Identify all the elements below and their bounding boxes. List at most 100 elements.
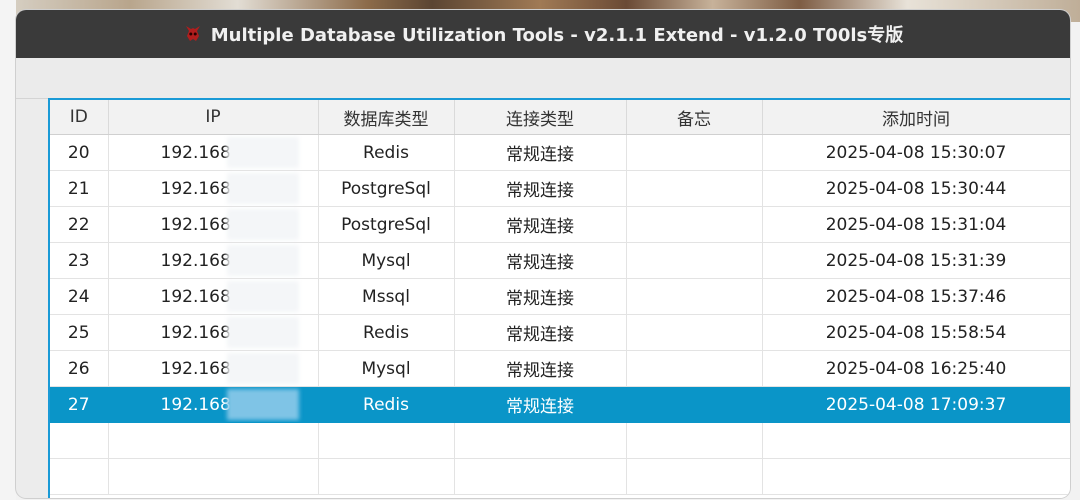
table-row[interactable]: 25 192.168 Redis 常规连接 2025-04-08 15:58:5…	[50, 314, 1070, 351]
cell-added-time: 2025-04-08 15:31:39	[762, 242, 1070, 279]
cell-added-time: 2025-04-08 15:30:44	[762, 170, 1070, 207]
empty-cell	[318, 422, 455, 459]
ip-text: 192.168	[160, 322, 231, 343]
ip-text: 192.168	[160, 214, 231, 235]
ip-text: 192.168	[160, 286, 231, 307]
cell-memo	[626, 134, 763, 171]
table-row[interactable]: 21 192.168 PostgreSql 常规连接 2025-04-08 15…	[50, 170, 1070, 207]
cell-memo	[626, 206, 763, 243]
cell-conn-type: 常规连接	[454, 170, 627, 207]
ip-text: 192.168	[160, 394, 231, 415]
cell-memo	[626, 350, 763, 387]
cell-ip: 192.168.	[108, 242, 319, 279]
table-row[interactable]: 20 192.168 Redis 常规连接 2025-04-08 15:30:0…	[50, 134, 1070, 171]
empty-cell	[454, 458, 627, 495]
cell-added-time: 2025-04-08 15:58:54	[762, 314, 1070, 351]
cell-memo	[626, 170, 763, 207]
ip-redaction	[226, 209, 299, 240]
toolbar	[16, 58, 1070, 99]
cell-ip: 192.168	[108, 278, 319, 315]
title-bar[interactable]: Multiple Database Utilization Tools - v2…	[16, 10, 1070, 58]
cell-db-type: PostgreSql	[318, 170, 455, 207]
cell-ip: 192.168	[108, 350, 319, 387]
cell-db-type: Mysql	[318, 350, 455, 387]
cell-ip: 192.168	[108, 386, 319, 423]
cell-memo	[626, 386, 763, 423]
cell-conn-type: 常规连接	[454, 278, 627, 315]
cell-memo	[626, 314, 763, 351]
cell-conn-type: 常规连接	[454, 314, 627, 351]
app-window: Multiple Database Utilization Tools - v2…	[16, 10, 1070, 498]
ip-redaction	[226, 137, 299, 168]
cell-ip: 192.168	[108, 206, 319, 243]
empty-row	[50, 458, 1070, 495]
ip-redaction	[226, 245, 299, 276]
cell-db-type: PostgreSql	[318, 206, 455, 243]
column-header-memo[interactable]: 备忘	[626, 100, 763, 135]
cell-ip: 192.168	[108, 134, 319, 171]
cell-id: 25	[50, 314, 109, 351]
desktop-edge	[0, 0, 16, 500]
empty-cell	[762, 458, 1070, 495]
cell-added-time: 2025-04-08 17:09:37	[762, 386, 1070, 423]
cell-id: 26	[50, 350, 109, 387]
table-row[interactable]: 24 192.168 Mssql 常规连接 2025-04-08 15:37:4…	[50, 278, 1070, 315]
cell-conn-type: 常规连接	[454, 242, 627, 279]
ip-redaction	[226, 389, 299, 420]
connections-table[interactable]: ID IP 数据库类型 连接类型 备忘 添加时间 20 192.168 Redi…	[48, 98, 1070, 498]
ip-redaction	[226, 353, 299, 384]
column-header-ip[interactable]: IP	[108, 100, 319, 135]
cell-id: 22	[50, 206, 109, 243]
cell-conn-type: 常规连接	[454, 350, 627, 387]
empty-cell	[762, 422, 1070, 459]
cell-added-time: 2025-04-08 16:25:40	[762, 350, 1070, 387]
ip-redaction	[226, 317, 299, 348]
column-header-db-type[interactable]: 数据库类型	[318, 100, 455, 135]
cell-conn-type: 常规连接	[454, 134, 627, 171]
cell-conn-type: 常规连接	[454, 206, 627, 243]
empty-cell	[454, 422, 627, 459]
table-header-row: ID IP 数据库类型 连接类型 备忘 添加时间	[50, 100, 1070, 135]
table-row[interactable]: 23 192.168. Mysql 常规连接 2025-04-08 15:31:…	[50, 242, 1070, 279]
ip-text: 192.168	[160, 358, 231, 379]
column-header-conn-type[interactable]: 连接类型	[454, 100, 627, 135]
empty-cell	[318, 458, 455, 495]
ip-text: 192.168.	[160, 250, 237, 271]
table-row[interactable]: 22 192.168 PostgreSql 常规连接 2025-04-08 15…	[50, 206, 1070, 243]
cell-db-type: Redis	[318, 314, 455, 351]
column-header-id[interactable]: ID	[50, 100, 109, 135]
empty-cell	[108, 458, 319, 495]
cell-added-time: 2025-04-08 15:30:07	[762, 134, 1070, 171]
cell-id: 27	[50, 386, 109, 423]
empty-cell	[108, 422, 319, 459]
ip-redaction	[226, 281, 299, 312]
cell-id: 20	[50, 134, 109, 171]
red-demon-skull-icon	[183, 24, 203, 44]
ip-text: 192.168	[160, 142, 231, 163]
cell-ip: 192.168	[108, 314, 319, 351]
empty-cell	[50, 422, 109, 459]
cell-added-time: 2025-04-08 15:31:04	[762, 206, 1070, 243]
ip-redaction	[226, 173, 299, 204]
empty-row	[50, 422, 1070, 459]
cell-db-type: Redis	[318, 386, 455, 423]
cell-memo	[626, 278, 763, 315]
table-row[interactable]: 26 192.168 Mysql 常规连接 2025-04-08 16:25:4…	[50, 350, 1070, 387]
cell-db-type: Redis	[318, 134, 455, 171]
cell-id: 23	[50, 242, 109, 279]
cell-memo	[626, 242, 763, 279]
cell-id: 21	[50, 170, 109, 207]
cell-db-type: Mysql	[318, 242, 455, 279]
table-row-selected[interactable]: 27 192.168 Redis 常规连接 2025-04-08 17:09:3…	[50, 386, 1070, 423]
cell-id: 24	[50, 278, 109, 315]
cell-added-time: 2025-04-08 15:37:46	[762, 278, 1070, 315]
cell-db-type: Mssql	[318, 278, 455, 315]
window-title: Multiple Database Utilization Tools - v2…	[210, 25, 904, 46]
ip-text: 192.168	[160, 178, 231, 199]
column-header-added-time[interactable]: 添加时间	[762, 100, 1070, 135]
cell-conn-type: 常规连接	[454, 386, 627, 423]
empty-cell	[626, 458, 763, 495]
empty-cell	[626, 422, 763, 459]
cell-ip: 192.168	[108, 170, 319, 207]
empty-cell	[50, 458, 109, 495]
